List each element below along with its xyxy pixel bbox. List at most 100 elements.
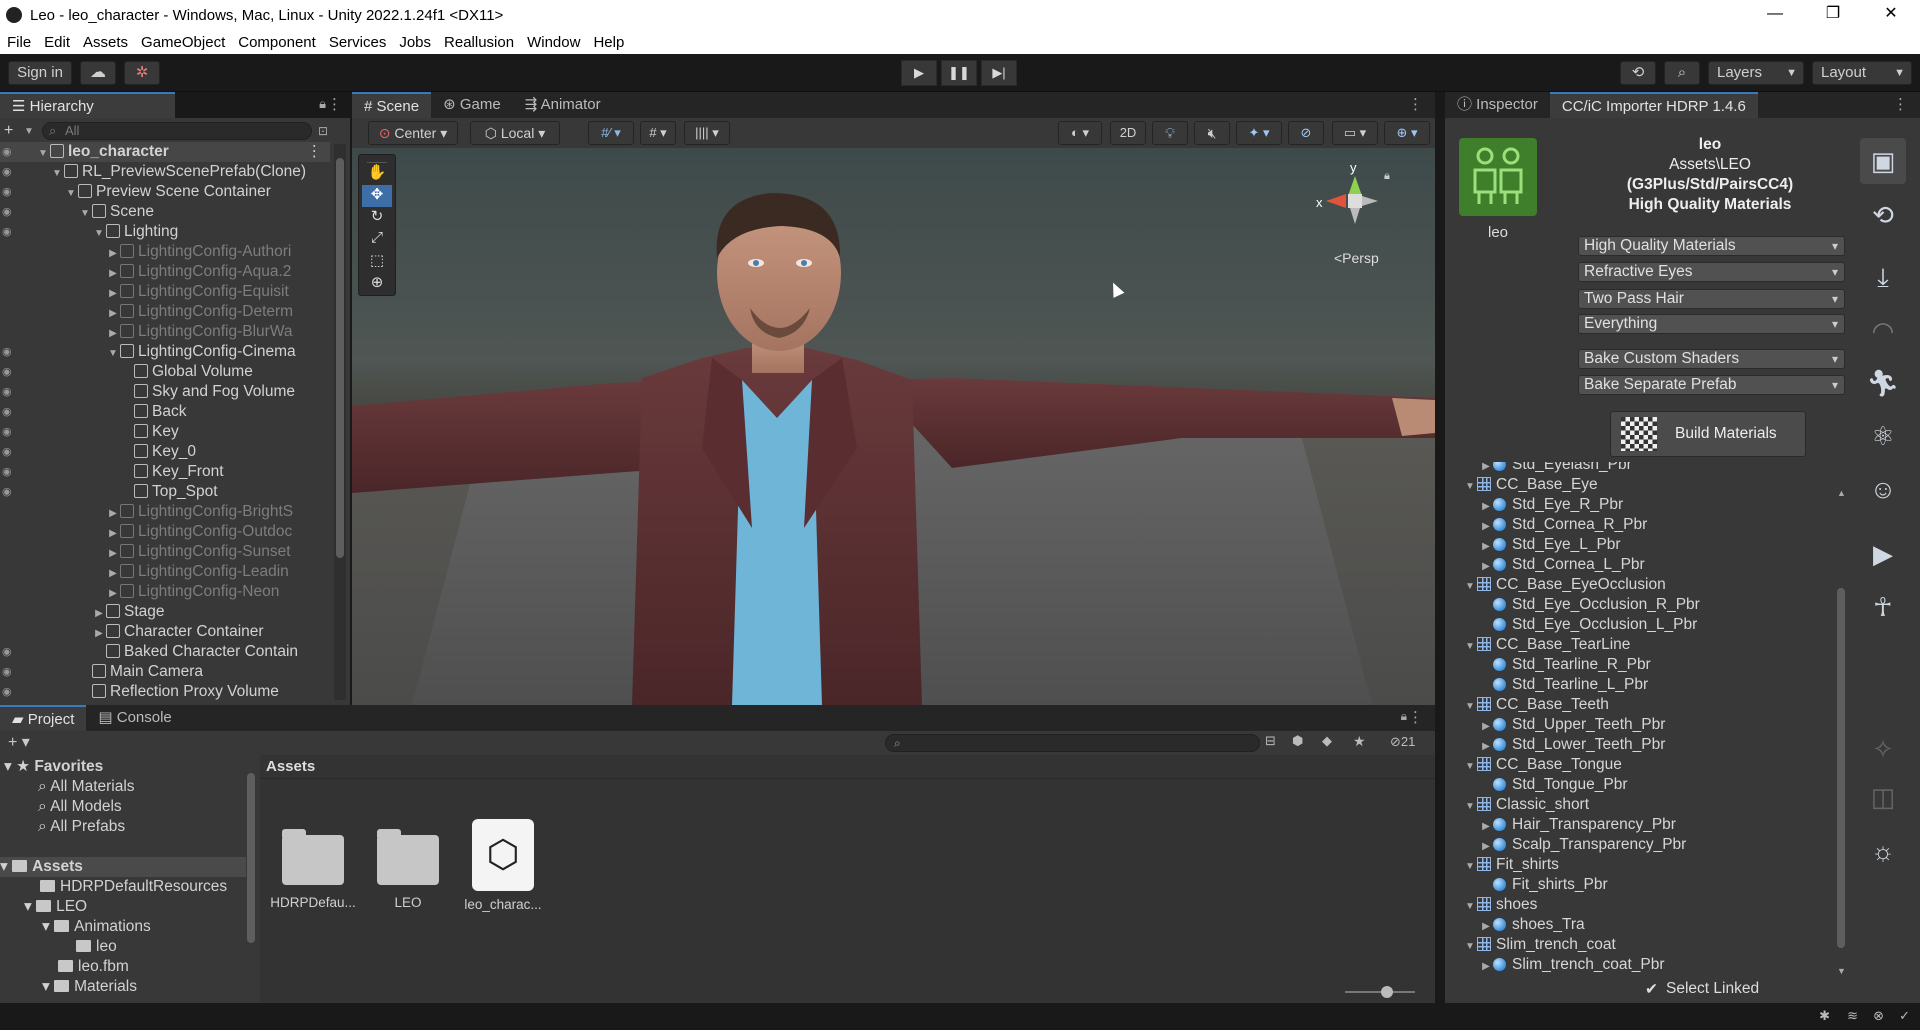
hierarchy-row[interactable]: ◉ ▼ leo_character ⋮	[0, 142, 330, 162]
visibility-eye-icon[interactable]	[2, 562, 18, 576]
hierarchy-row[interactable]: ▶ LightingConfig-Outdoc	[0, 522, 330, 542]
visibility-eye-icon[interactable]	[2, 582, 18, 596]
collapse-arrow-icon[interactable]: ▶	[106, 304, 120, 322]
favorite-star-icon[interactable]: ★	[1353, 733, 1366, 750]
visibility-eye-icon[interactable]: ◉	[2, 362, 18, 378]
mesh-node[interactable]: ▼ Fit_shirts	[1463, 855, 1559, 875]
collapse-arrow-icon[interactable]: ▶	[106, 564, 120, 582]
project-search-input[interactable]: ⌕	[885, 734, 1260, 752]
mesh-node[interactable]: ▼ CC_Base_Teeth	[1463, 695, 1609, 715]
draw-mode-button[interactable]: ◐ ▾	[1058, 121, 1102, 145]
expand-arrow-icon[interactable]: ▼	[1463, 937, 1477, 957]
hierarchy-row[interactable]: ▶ Stage	[0, 602, 330, 622]
tab-console[interactable]: ▤ Console	[86, 705, 183, 731]
pause-button[interactable]: ❚❚	[941, 60, 977, 86]
visibility-eye-icon[interactable]: ◉	[2, 202, 18, 218]
search-icon[interactable]: ⌕	[1664, 61, 1700, 85]
zoom-slider-thumb[interactable]	[1381, 986, 1393, 998]
hierarchy-row[interactable]: ◉ Reflection Proxy Volume	[0, 682, 330, 700]
favorite-item[interactable]: ⌕ All Materials	[38, 777, 135, 797]
kebab-menu-icon[interactable]: ⋮	[1408, 95, 1423, 113]
collab-icon[interactable]: ✲	[124, 61, 160, 85]
bug-icon[interactable]: ✱	[1819, 1008, 1830, 1024]
gizmo-x-axis[interactable]	[1326, 194, 1346, 208]
collapse-arrow-icon[interactable]: ▶	[1479, 537, 1493, 557]
hand-tool-icon[interactable]: ✋	[359, 163, 395, 185]
visibility-eye-icon[interactable]: ◉	[2, 142, 18, 158]
visibility-toggle-icon[interactable]: ⊘	[1288, 121, 1324, 145]
minimize-button[interactable]: —	[1746, 0, 1804, 30]
space-dropdown[interactable]: ⬡ Local ▾	[470, 121, 560, 145]
asset-folder[interactable]: HDRPDefau...	[268, 829, 358, 910]
camera-settings-icon[interactable]: ▭ ▾	[1332, 121, 1378, 145]
gizmo-neg-y[interactable]	[1350, 208, 1360, 224]
menu-jobs[interactable]: Jobs	[392, 34, 437, 51]
move-tool-icon[interactable]: ✥	[362, 185, 392, 207]
grid-button[interactable]: # ▾	[640, 121, 676, 145]
hierarchy-row[interactable]: ◉ ▼ Lighting	[0, 222, 330, 242]
menu-gameobject[interactable]: GameObject	[134, 34, 231, 51]
preview-icon[interactable]: ▣	[1860, 138, 1906, 184]
character-model[interactable]	[352, 148, 1435, 705]
visibility-eye-icon[interactable]	[2, 262, 18, 276]
collapse-arrow-icon[interactable]: ▶	[106, 264, 120, 282]
tab-inspector[interactable]: ⓘ Inspector	[1445, 92, 1550, 118]
scene-viewport[interactable]: ✋ ✥ ↻ ⤢ ⬚ ⊕ y x 🔒︎ <Persp	[352, 148, 1435, 705]
hierarchy-row[interactable]: ▶ LightingConfig-Leadin	[0, 562, 330, 582]
expand-arrow-icon[interactable]: ▼	[92, 224, 106, 242]
gizmo-y-axis[interactable]	[1348, 176, 1362, 196]
collapse-arrow-icon[interactable]: ▶	[1479, 557, 1493, 577]
collapse-arrow-icon[interactable]: ▶	[1479, 717, 1493, 737]
hierarchy-row[interactable]: ▶ LightingConfig-Equisit	[0, 282, 330, 302]
rect-tool-icon[interactable]: ⬚	[359, 251, 395, 273]
collapse-arrow-icon[interactable]: ▶	[1479, 957, 1493, 977]
visibility-eye-icon[interactable]: ◉	[2, 222, 18, 238]
collapse-arrow-icon[interactable]: ▶	[92, 604, 106, 622]
chevron-down-icon[interactable]: ▼	[24, 126, 42, 137]
hierarchy-row[interactable]: ▶ LightingConfig-Determ	[0, 302, 330, 322]
mesh-node[interactable]: ▼ CC_Base_Eye	[1463, 475, 1598, 495]
project-breadcrumb[interactable]: Assets	[260, 755, 1435, 779]
material-node[interactable]: ▶ Hair_Transparency_Pbr	[1479, 815, 1676, 835]
menu-edit[interactable]: Edit	[37, 34, 76, 51]
maximize-button[interactable]: ❐	[1804, 0, 1862, 30]
hierarchy-row[interactable]: ▶ LightingConfig-Aqua.2	[0, 262, 330, 282]
hierarchy-row[interactable]: ◉ Key	[0, 422, 330, 442]
visibility-eye-icon[interactable]: ◉	[2, 682, 18, 698]
expand-arrow-icon[interactable]: ▼	[1463, 577, 1477, 597]
settings-sun-icon[interactable]: ☼	[1860, 828, 1906, 874]
scale-tool-icon[interactable]: ⤢	[359, 229, 395, 251]
kebab-menu-icon[interactable]: ⋮	[327, 95, 342, 113]
menu-help[interactable]: Help	[586, 34, 630, 51]
tab-scene[interactable]: # Scene	[352, 92, 432, 118]
folder-item[interactable]: leo.fbm	[58, 957, 129, 977]
lighting-toggle-icon[interactable]: 💡︎	[1152, 121, 1188, 145]
hierarchy-row[interactable]: ◉ ▼ LightingConfig-Cinema	[0, 342, 330, 362]
collapse-arrow-icon[interactable]: ▶	[92, 624, 106, 642]
visibility-eye-icon[interactable]: ◉	[2, 662, 18, 678]
collapse-arrow-icon[interactable]: ▶	[106, 544, 120, 562]
toggle-2d-button[interactable]: 2D	[1110, 121, 1146, 145]
expand-arrow-icon[interactable]: ▼	[50, 164, 64, 182]
visibility-eye-icon[interactable]	[2, 282, 18, 296]
hair-mode-dropdown[interactable]: Two Pass Hair	[1578, 289, 1845, 309]
collapse-arrow-icon[interactable]: ▶	[106, 284, 120, 302]
layers-dropdown[interactable]: Layers ▼	[1708, 61, 1804, 85]
visibility-eye-icon[interactable]: ◉	[2, 462, 18, 478]
material-node[interactable]: ▶ Std_Eye_R_Pbr	[1479, 495, 1623, 515]
hierarchy-row[interactable]: ◉ Key_0	[0, 442, 330, 462]
tab-game[interactable]: ⊛ Game	[431, 92, 513, 118]
hierarchy-row[interactable]: ▶ LightingConfig-Authori	[0, 242, 330, 262]
visibility-eye-icon[interactable]	[2, 302, 18, 316]
hierarchy-row[interactable]: ▶ LightingConfig-Neon	[0, 582, 330, 602]
hidden-packages-toggle[interactable]: ⊘21	[1390, 734, 1415, 750]
menu-reallusion[interactable]: Reallusion	[437, 34, 520, 51]
head-icon[interactable]: ☺	[1860, 466, 1906, 512]
collapse-arrow-icon[interactable]: ▶	[1479, 737, 1493, 757]
collapse-arrow-icon[interactable]: ▶	[106, 324, 120, 342]
add-icon[interactable]: + ▾	[8, 732, 30, 752]
pivot-dropdown[interactable]: ⊙ Center ▾	[368, 121, 458, 145]
expand-arrow-icon[interactable]: ▼	[1463, 897, 1477, 917]
folder-item[interactable]: ▾ Animations	[42, 917, 151, 937]
hierarchy-row[interactable]: ◉ Key_Front	[0, 462, 330, 482]
